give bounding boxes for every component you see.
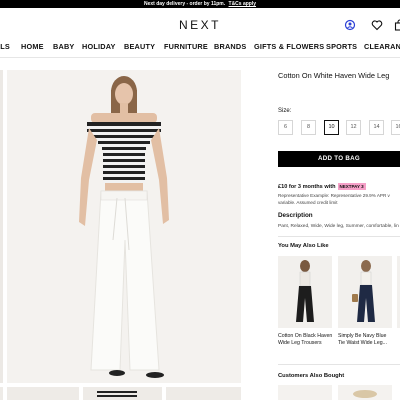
also-bought-product-2-illustration <box>353 390 377 398</box>
size-option-6[interactable]: 6 <box>278 120 293 135</box>
customers-also-bought-heading: Customers Also Bought <box>278 373 345 379</box>
nav-item-gifts-flowers[interactable]: GIFTS & FLOWERS <box>254 42 324 51</box>
credit-offer: £10 for 3 months with NEXTPAY 3 <box>278 183 366 190</box>
recommended-product-2-illustration <box>352 260 375 322</box>
representative-line-1: Representative Example: Representative 2… <box>278 193 390 198</box>
size-option-14[interactable]: 14 <box>369 120 384 135</box>
representative-example: Representative Example: Representative 2… <box>278 193 390 206</box>
nav-item-holiday[interactable]: HOLIDAY <box>82 42 116 51</box>
main-product-image[interactable] <box>7 70 241 383</box>
site-logo[interactable]: NEXT <box>0 18 400 32</box>
nav-item-baby[interactable]: BABY <box>53 42 74 51</box>
also-bought-product-1[interactable] <box>278 385 332 400</box>
size-option-16[interactable]: 16 <box>391 120 400 135</box>
promo-terms-link[interactable]: T&Cs apply <box>229 1 257 7</box>
main-nav: ILS HOME BABY HOLIDAY BEAUTY FURNITURE B… <box>0 38 400 56</box>
you-may-also-like-heading: You May Also Like <box>278 243 329 249</box>
representative-line-2: variable. Assumed credit limit <box>278 199 338 205</box>
promo-bar: Next day delivery - order by 11pm. T&Cs … <box>0 0 400 8</box>
add-to-bag-button[interactable]: ADD TO BAG <box>278 151 400 167</box>
model-photo-illustration <box>79 76 169 378</box>
recommended-product-1-illustration <box>296 260 314 322</box>
gallery-image-previous[interactable] <box>0 70 3 383</box>
recommended-product-image-2[interactable] <box>338 256 392 328</box>
recommended-product-2-name[interactable]: Simply Be Navy Blue Tie Waist Wide Leg..… <box>338 333 387 347</box>
product-title: Cotton On White Haven Wide Leg <box>278 71 390 80</box>
gallery-thumb-left-edge[interactable] <box>0 387 3 400</box>
promo-text: Next day delivery - order by 11pm. <box>143 1 226 7</box>
recommended-product-1-name-line-1: Cotton On Black Haven <box>278 333 333 339</box>
size-option-10[interactable]: 10 <box>324 120 339 135</box>
credit-offer-text: £10 for 3 months with <box>278 184 336 190</box>
size-option-12[interactable]: 12 <box>346 120 361 135</box>
gallery-thumb-2[interactable] <box>83 387 162 400</box>
description-heading[interactable]: Description <box>278 212 313 219</box>
size-option-8[interactable]: 8 <box>301 120 316 135</box>
size-label: Size: <box>278 108 292 114</box>
section-divider <box>278 236 400 237</box>
nav-item-home[interactable]: HOME <box>21 42 44 51</box>
nav-item-clearance[interactable]: CLEARANC <box>364 42 400 51</box>
nav-item-brands[interactable]: BRANDS <box>214 42 246 51</box>
gallery-thumb-1[interactable] <box>7 387 79 400</box>
nav-item-ils[interactable]: ILS <box>0 42 10 51</box>
nav-divider <box>0 57 400 58</box>
nav-item-sports[interactable]: SPORTS <box>326 42 357 51</box>
recommended-product-image-1[interactable] <box>278 256 332 328</box>
also-bought-product-2[interactable] <box>338 385 392 400</box>
recommended-product-2-name-line-2: Tie Waist Wide Leg... <box>338 340 387 346</box>
favourites-icon[interactable] <box>371 18 383 31</box>
account-icon[interactable] <box>344 18 356 31</box>
bag-icon[interactable] <box>394 18 400 31</box>
recommended-product-2-name-line-1: Simply Be Navy Blue <box>338 333 387 339</box>
thumb-2-illustration <box>97 391 137 397</box>
description-text: Pant, Relaxed, Wide, Wide leg, Summer, c… <box>278 224 399 229</box>
nextpay-badge: NEXTPAY 3 <box>337 183 366 190</box>
recommended-product-1-name-line-2: Wide Leg Trousers <box>278 340 322 346</box>
section-divider-2 <box>278 364 400 365</box>
nav-item-furniture[interactable]: FURNITURE <box>164 42 208 51</box>
recommended-product-1-name[interactable]: Cotton On Black Haven Wide Leg Trousers <box>278 333 332 347</box>
gallery-thumb-3[interactable] <box>166 387 241 400</box>
nav-item-beauty[interactable]: BEAUTY <box>124 42 155 51</box>
site-header: NEXT <box>0 8 400 38</box>
